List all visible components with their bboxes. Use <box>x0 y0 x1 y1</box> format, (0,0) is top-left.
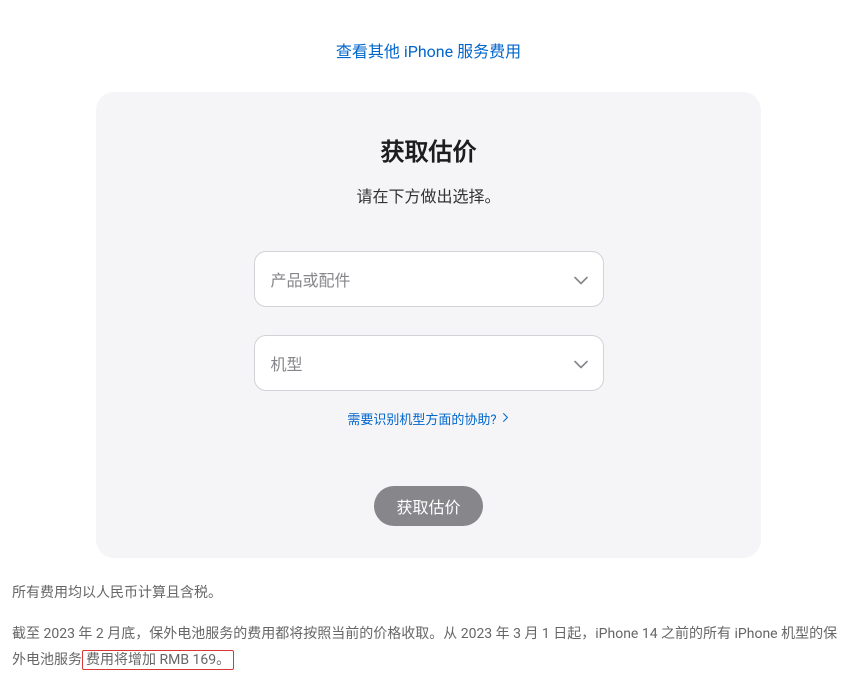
identify-model-help-link[interactable]: 需要识别机型方面的协助? <box>347 409 509 428</box>
product-select-placeholder: 产品或配件 <box>271 267 351 291</box>
product-select-wrap: 产品或配件 <box>254 251 604 307</box>
model-select-wrap: 机型 <box>254 335 604 391</box>
model-select-placeholder: 机型 <box>271 351 303 375</box>
footer-notes: 所有费用均以人民币计算且含税。 截至 2023 年 2 月底，保外电池服务的费用… <box>0 558 857 674</box>
footer-line-1: 所有费用均以人民币计算且含税。 <box>12 580 845 607</box>
card-title: 获取估价 <box>136 132 721 167</box>
footer-line-2: 截至 2023 年 2 月底，保外电池服务的费用都将按照当前的价格收取。从 20… <box>12 621 845 674</box>
highlight-annotation: 费用将增加 RMB 169。 <box>82 650 234 670</box>
help-link-label: 需要识别机型方面的协助? <box>347 409 496 428</box>
get-estimate-button[interactable]: 获取估价 <box>374 486 482 526</box>
product-select[interactable]: 产品或配件 <box>254 251 604 307</box>
estimate-card: 获取估价 请在下方做出选择。 产品或配件 机型 需要识别机型方面的协助? 获取估… <box>96 92 761 558</box>
card-subtitle: 请在下方做出选择。 <box>136 183 721 207</box>
top-link-container: 查看其他 iPhone 服务费用 <box>0 0 857 92</box>
other-service-fee-link[interactable]: 查看其他 iPhone 服务费用 <box>336 42 521 61</box>
chevron-right-icon <box>501 411 510 426</box>
model-select[interactable]: 机型 <box>254 335 604 391</box>
